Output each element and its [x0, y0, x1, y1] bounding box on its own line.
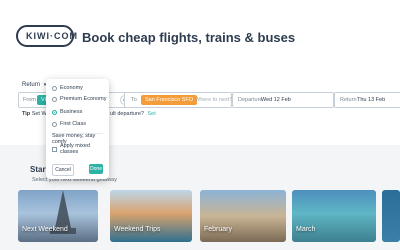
- tip-question-row: ult departure? Set: [110, 111, 156, 117]
- radio-premium-economy[interactable]: [52, 96, 57, 102]
- destination-card-next-weekend[interactable]: Next Weekend: [18, 190, 98, 242]
- logo-text: KIWI·COM: [26, 31, 78, 41]
- departure-field[interactable]: Departure Wed 12 Feb: [232, 92, 334, 108]
- from-label: From: [23, 97, 36, 103]
- destination-card-partial[interactable]: [382, 190, 400, 242]
- hero-title: Book cheap flights, trains & buses: [82, 30, 296, 45]
- cabin-option-economy[interactable]: Economy: [52, 83, 83, 93]
- mixed-classes-label: Apply mixed classes: [59, 143, 90, 155]
- option-label: Economy: [60, 85, 83, 91]
- radio-business[interactable]: [52, 109, 57, 115]
- trip-type-label: Return: [22, 82, 41, 88]
- to-label: To: [131, 97, 137, 103]
- to-chip[interactable]: San Francisco SFO: [141, 95, 197, 105]
- radio-first-class[interactable]: [52, 121, 57, 127]
- return-label: Return: [340, 97, 357, 103]
- destination-card-weekend-trips[interactable]: Weekend Trips: [110, 190, 192, 242]
- option-label: Business: [60, 109, 83, 115]
- tip-prefix: Tip: [22, 111, 31, 117]
- header: KIWI·COM Book cheap flights, trains & bu…: [0, 0, 400, 80]
- tip-question: ult departure?: [110, 111, 144, 117]
- cabin-option-premium-economy[interactable]: Premium Economy: [52, 94, 106, 104]
- trip-type-select[interactable]: Return ▾: [22, 82, 46, 88]
- eiffel-tower-image: [55, 190, 71, 228]
- card-label: Weekend Trips: [114, 226, 161, 233]
- kiwi-logo[interactable]: KIWI·COM: [16, 25, 77, 47]
- tip-set-link[interactable]: Set: [147, 111, 155, 117]
- destination-card-february[interactable]: February: [200, 190, 286, 242]
- return-field[interactable]: Return Thu 13 Feb: [334, 92, 400, 108]
- cancel-button[interactable]: Cancel: [52, 164, 74, 176]
- mixed-classes-checkbox[interactable]: [52, 146, 57, 152]
- cabin-option-first-class[interactable]: First Class: [52, 119, 86, 129]
- option-label: First Class: [60, 121, 86, 127]
- return-value: Thu 13 Feb: [357, 97, 386, 103]
- done-button[interactable]: Done: [89, 164, 103, 174]
- destination-card-march[interactable]: March: [292, 190, 376, 242]
- card-label: February: [204, 226, 233, 233]
- card-label: March: [296, 226, 316, 233]
- to-field[interactable]: To San Francisco SFO Where to next?: [124, 92, 232, 108]
- cabin-class-dropdown: Economy Premium Economy Business First C…: [46, 79, 109, 179]
- to-placeholder: Where to next?: [195, 97, 233, 103]
- departure-value: Wed 12 Feb: [261, 97, 291, 103]
- departure-label: Departure: [238, 97, 263, 103]
- card-label: Next Weekend: [22, 226, 68, 233]
- cabin-option-business[interactable]: Business: [52, 107, 82, 117]
- radio-economy[interactable]: [52, 85, 57, 91]
- mixed-classes-option[interactable]: Apply mixed classes: [52, 143, 109, 155]
- option-label: Premium Economy: [60, 96, 107, 102]
